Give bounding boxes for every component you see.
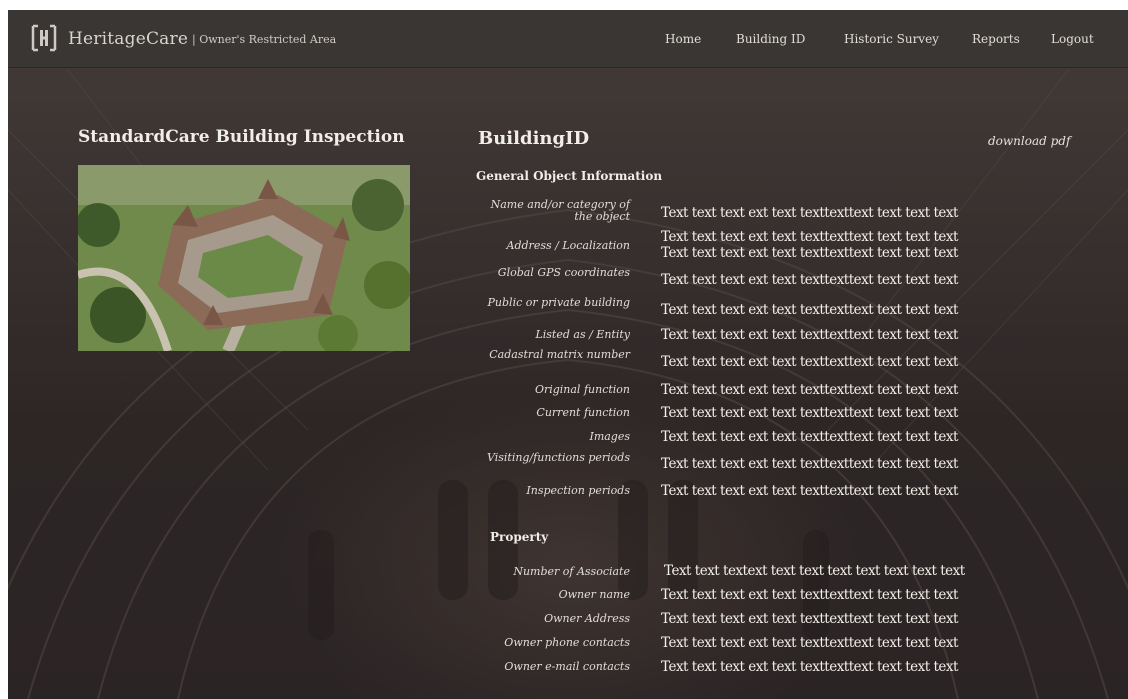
field-label-number-associate: Number of Associate (513, 565, 630, 578)
field-value-owner-name: Text text text ext text texttexttext tex… (661, 587, 958, 603)
field-value-inspection-periods: Text text text ext text texttexttext tex… (661, 483, 958, 499)
field-value-cadastral: Text text text ext text texttexttext tex… (661, 354, 958, 370)
field-label-listed-as: Listed as / Entity (535, 328, 630, 341)
field-value-images: Text text text ext text texttexttext tex… (661, 429, 958, 445)
field-value-public-private: Text text text ext text texttexttext tex… (661, 302, 958, 318)
nav-logout[interactable]: Logout (1051, 32, 1094, 46)
field-label-name-category: Name and/or category of the object (490, 198, 630, 223)
field-label-owner-email: Owner e-mail contacts (504, 660, 630, 673)
field-value-gps: Text text text ext text texttexttext tex… (661, 272, 958, 288)
field-label-gps: Global GPS coordinates (497, 266, 630, 279)
field-value-current-function: Text text text ext text texttexttext tex… (661, 405, 958, 421)
nav-historic-survey[interactable]: Historic Survey (844, 32, 939, 46)
field-value-original-function: Text text text ext text texttexttext tex… (661, 382, 958, 398)
field-label-visiting-periods: Visiting/functions periods (486, 451, 630, 464)
field-value-listed-as: Text text text ext text texttexttext tex… (661, 327, 958, 343)
inspection-title: StandardCare Building Inspection (78, 127, 405, 147)
building-aerial-photo (78, 165, 410, 351)
nav-home[interactable]: Home (665, 32, 701, 46)
building-id-title: BuildingID (478, 128, 590, 149)
general-info-title: General Object Information (476, 169, 663, 183)
field-value-owner-address: Text text text ext text texttexttext tex… (661, 611, 958, 627)
field-label-original-function: Original function (534, 383, 630, 396)
field-value-address: Text text text ext text texttexttext tex… (661, 229, 958, 245)
field-value-visiting-periods: Text text text ext text texttexttext tex… (661, 456, 958, 472)
field-label-current-function: Current function (536, 406, 630, 419)
field-label-address: Address / Localization (506, 239, 630, 252)
property-title: Property (490, 530, 549, 544)
field-label-owner-name: Owner name (558, 588, 630, 601)
field-value-name-category: Text text text ext text texttexttext tex… (661, 205, 958, 221)
download-pdf-link[interactable]: download pdf (988, 134, 1070, 148)
field-value-number-associate: Text text textext text text text text te… (664, 563, 965, 579)
field-label-owner-phone: Owner phone contacts (504, 636, 630, 649)
nav-reports[interactable]: Reports (972, 32, 1020, 46)
field-label-inspection-periods: Inspection periods (526, 484, 630, 497)
brand-subtitle: | Owner's Restricted Area (192, 33, 337, 46)
field-label-cadastral: Cadastral matrix number (489, 348, 630, 361)
heritagecare-logo-icon[interactable] (30, 24, 58, 52)
field-value-address-line2: Text text text ext text texttexttext tex… (661, 245, 958, 261)
field-value-owner-phone: Text text text ext text texttexttext tex… (661, 635, 958, 651)
page-stage: HeritageCare | Owner's Restricted Area H… (8, 10, 1128, 699)
nav-building-id[interactable]: Building ID (736, 32, 805, 46)
field-label-images: Images (589, 430, 630, 443)
top-navigation-bar: HeritageCare | Owner's Restricted Area H… (8, 10, 1128, 68)
brand-name: HeritageCare (68, 29, 189, 49)
field-value-owner-email: Text text text ext text texttexttext tex… (661, 659, 958, 675)
field-label-public-private: Public or private building (487, 296, 630, 309)
field-label-owner-address: Owner Address (544, 612, 630, 625)
